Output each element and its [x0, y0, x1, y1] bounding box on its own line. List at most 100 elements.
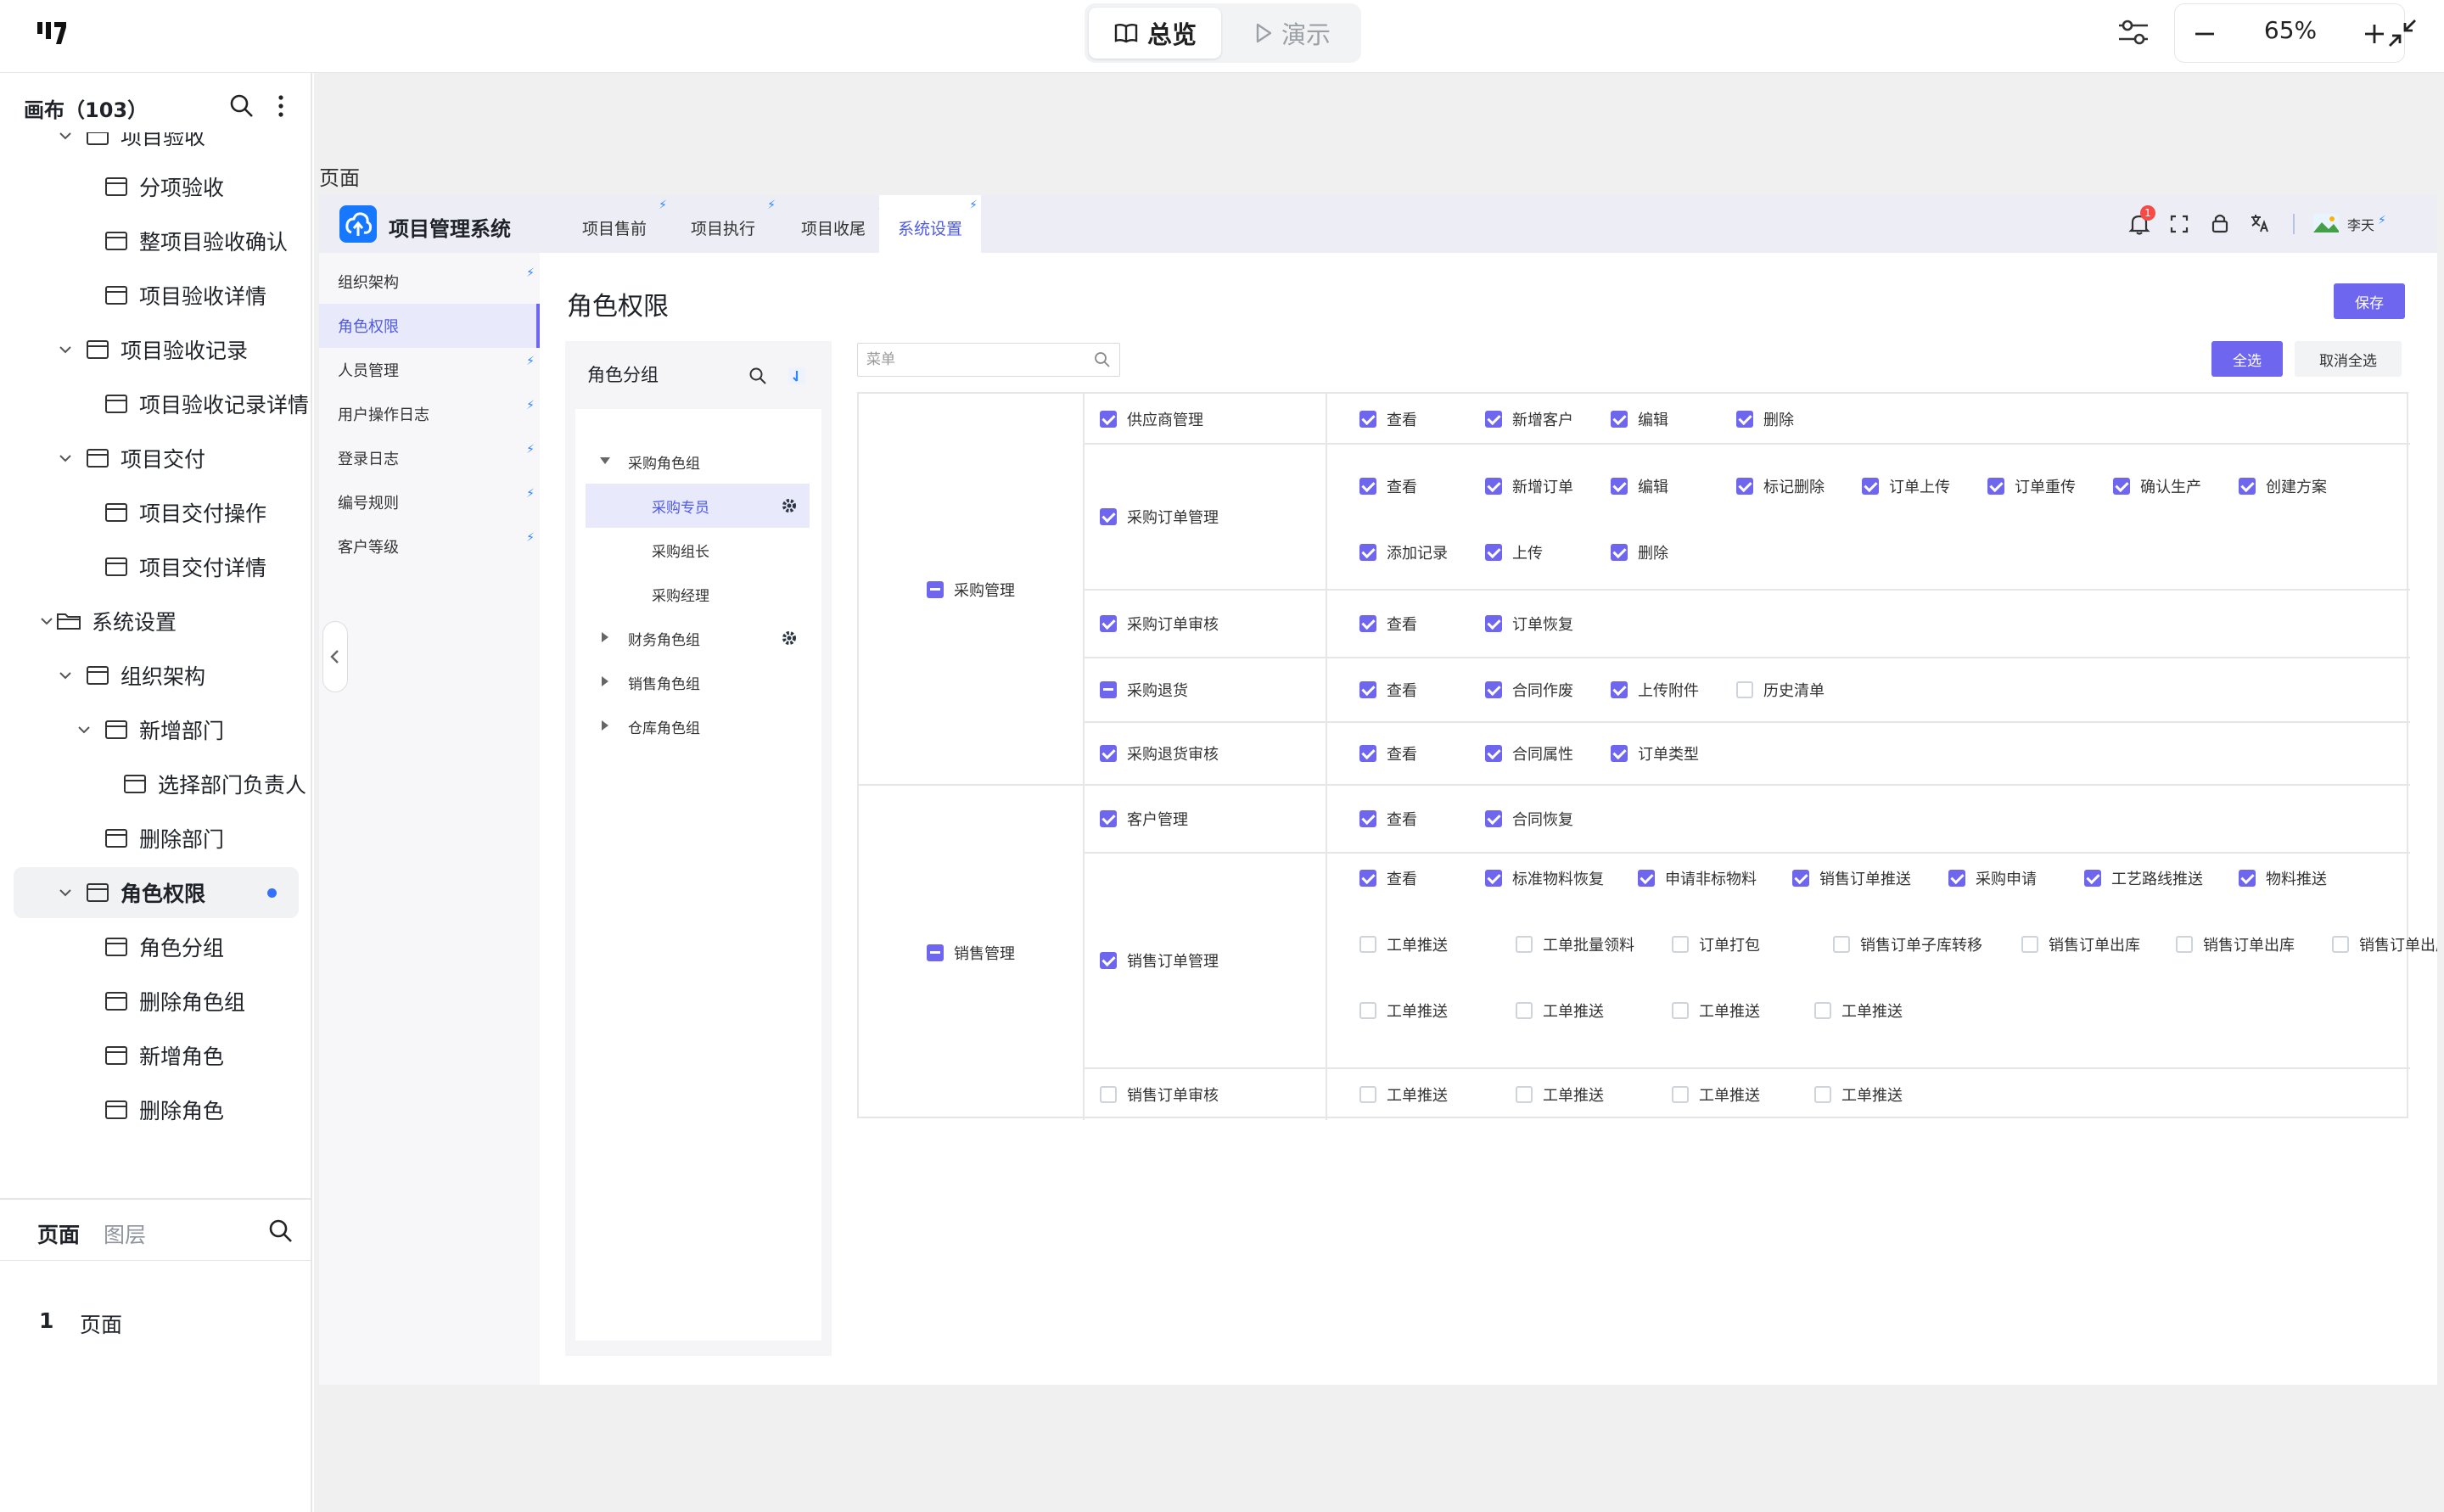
side-menu-item[interactable]: 人员管理 ⚡	[319, 348, 540, 392]
action-checkbox[interactable]: 查看	[1359, 613, 1417, 635]
action-checkbox[interactable]: 工单推送	[1672, 1000, 1760, 1022]
checkbox-icon[interactable]	[2021, 936, 2038, 953]
action-checkbox[interactable]: 工单推送	[1516, 1000, 1604, 1022]
action-checkbox[interactable]: 查看	[1359, 475, 1417, 497]
action-checkbox[interactable]: 查看	[1359, 679, 1417, 701]
lock-icon[interactable]	[2210, 212, 2230, 234]
role-group[interactable]: 仓库角色组	[586, 704, 810, 748]
tree-item[interactable]: 系统设置	[14, 596, 299, 647]
menu-checkbox[interactable]: 客户管理	[1100, 808, 1188, 830]
role-group[interactable]: 采购角色组	[586, 440, 810, 484]
checkbox-icon[interactable]	[1611, 478, 1628, 495]
checkbox-icon[interactable]	[1359, 544, 1376, 561]
chevron-icon[interactable]	[597, 453, 613, 468]
action-checkbox[interactable]: 销售订单出库	[2332, 933, 2437, 955]
checkbox-icon[interactable]	[1359, 1086, 1376, 1103]
tree-item[interactable]: 项目交付	[14, 433, 299, 484]
chevron-icon[interactable]	[597, 674, 613, 689]
tree-item[interactable]: 项目交付详情	[14, 541, 299, 592]
side-menu-item[interactable]: 客户等级 ⚡	[319, 524, 540, 568]
checkbox-icon[interactable]	[2332, 936, 2349, 953]
tree-item[interactable]: 删除角色组	[14, 976, 299, 1027]
action-checkbox[interactable]: 查看	[1359, 408, 1417, 430]
chevron-down-icon[interactable]	[56, 666, 75, 685]
checkbox-icon[interactable]	[1100, 411, 1117, 428]
checkbox-icon[interactable]	[1814, 1086, 1831, 1103]
action-checkbox[interactable]: 工单推送	[1814, 1000, 1903, 1022]
menu-checkbox[interactable]: 采购订单管理	[1100, 506, 1219, 528]
zoom-level[interactable]: 65%	[2245, 16, 2336, 44]
checkbox-icon[interactable]	[1862, 478, 1879, 495]
settings-sliders-icon[interactable]	[2116, 17, 2150, 48]
action-checkbox[interactable]: 新增订单	[1485, 475, 1573, 497]
checkbox-icon[interactable]	[1359, 411, 1376, 428]
module-checkbox[interactable]: 销售管理	[927, 942, 1015, 964]
chevron-down-icon[interactable]	[56, 132, 75, 145]
select-all-button[interactable]: 全选	[2211, 341, 2283, 377]
action-checkbox[interactable]: 订单恢复	[1485, 613, 1573, 635]
menu-checkbox[interactable]: 销售订单审核	[1100, 1084, 1219, 1106]
checkbox-icon[interactable]	[1833, 936, 1850, 953]
menu-checkbox[interactable]: 采购退货	[1100, 679, 1188, 701]
checkbox-icon[interactable]	[1736, 411, 1753, 428]
action-checkbox[interactable]: 上传	[1485, 541, 1543, 563]
action-checkbox[interactable]: 采购申请	[1948, 867, 2037, 889]
checkbox-icon[interactable]	[1359, 1002, 1376, 1019]
role-group[interactable]: 销售角色组	[586, 660, 810, 704]
tree-item[interactable]: 项目交付操作	[14, 487, 299, 538]
checkbox-icon[interactable]	[1100, 615, 1117, 632]
search-icon[interactable]	[748, 367, 767, 385]
nav-tab-1[interactable]: 项目售前 ⚡	[558, 195, 670, 253]
checkbox-icon[interactable]	[1987, 478, 2004, 495]
action-checkbox[interactable]: 销售订单子库转移	[1833, 933, 1982, 955]
zoom-in-icon[interactable]	[2363, 23, 2385, 45]
gear-icon[interactable]	[781, 497, 798, 514]
tree-item[interactable]: 选择部门负责人	[14, 759, 306, 809]
menu-checkbox[interactable]: 采购订单审核	[1100, 613, 1219, 635]
chevron-down-icon[interactable]	[37, 612, 56, 630]
checkbox-icon[interactable]	[1611, 544, 1628, 561]
search-icon[interactable]	[268, 1218, 294, 1244]
action-checkbox[interactable]: 工单推送	[1814, 1084, 1903, 1106]
action-checkbox[interactable]: 申请非标物料	[1638, 867, 1757, 889]
checkbox-icon[interactable]	[1485, 681, 1502, 698]
action-checkbox[interactable]: 标记删除	[1736, 475, 1825, 497]
nav-tab-3[interactable]: 项目收尾⚡	[777, 195, 889, 253]
search-input[interactable]	[866, 349, 1079, 371]
role-item[interactable]: 采购组长	[586, 528, 810, 572]
action-checkbox[interactable]: 销售订单出库	[2021, 933, 2140, 955]
role-item[interactable]: 采购专员	[586, 484, 810, 528]
checkbox-icon[interactable]	[1100, 681, 1117, 698]
checkbox-icon[interactable]	[1611, 681, 1628, 698]
action-checkbox[interactable]: 编辑	[1611, 475, 1668, 497]
checkbox-icon[interactable]	[1359, 478, 1376, 495]
action-checkbox[interactable]: 订单打包	[1672, 933, 1760, 955]
role-group[interactable]: 财务角色组	[586, 616, 810, 660]
tree-item[interactable]: 删除部门	[14, 813, 299, 864]
collapse-icon[interactable]	[2386, 17, 2419, 49]
app-logo-icon[interactable]	[36, 19, 70, 48]
tab-layers[interactable]: 图层	[104, 1218, 146, 1249]
action-checkbox[interactable]: 合同作废	[1485, 679, 1573, 701]
save-button[interactable]: 保存	[2334, 283, 2405, 319]
gear-icon[interactable]	[781, 630, 798, 647]
action-checkbox[interactable]: 添加记录	[1359, 541, 1448, 563]
checkbox-icon[interactable]	[1485, 478, 1502, 495]
side-menu-item[interactable]: 编号规则 ⚡	[319, 480, 540, 524]
tree-item[interactable]: 组织架构	[14, 650, 299, 701]
checkbox-icon[interactable]	[1948, 870, 1965, 887]
nav-tab-4[interactable]: 系统设置 ⚡	[879, 195, 981, 253]
menu-checkbox[interactable]: 销售订单管理	[1100, 949, 1219, 972]
action-checkbox[interactable]: 查看	[1359, 742, 1417, 764]
deselect-all-button[interactable]: 取消全选	[2295, 341, 2402, 377]
action-checkbox[interactable]: 编辑	[1611, 408, 1668, 430]
checkbox-icon[interactable]	[1672, 936, 1689, 953]
present-tab[interactable]: 演示	[1229, 8, 1356, 59]
action-checkbox[interactable]: 查看	[1359, 867, 1417, 889]
action-checkbox[interactable]: 确认生产	[2113, 475, 2201, 497]
overview-tab[interactable]: 总览	[1089, 8, 1221, 59]
tree-item[interactable]: 角色分组	[14, 921, 299, 972]
tree-item[interactable]: 分项验收	[14, 161, 299, 212]
tree-item[interactable]: 新增角色	[14, 1030, 299, 1081]
chevron-icon[interactable]	[597, 630, 613, 645]
